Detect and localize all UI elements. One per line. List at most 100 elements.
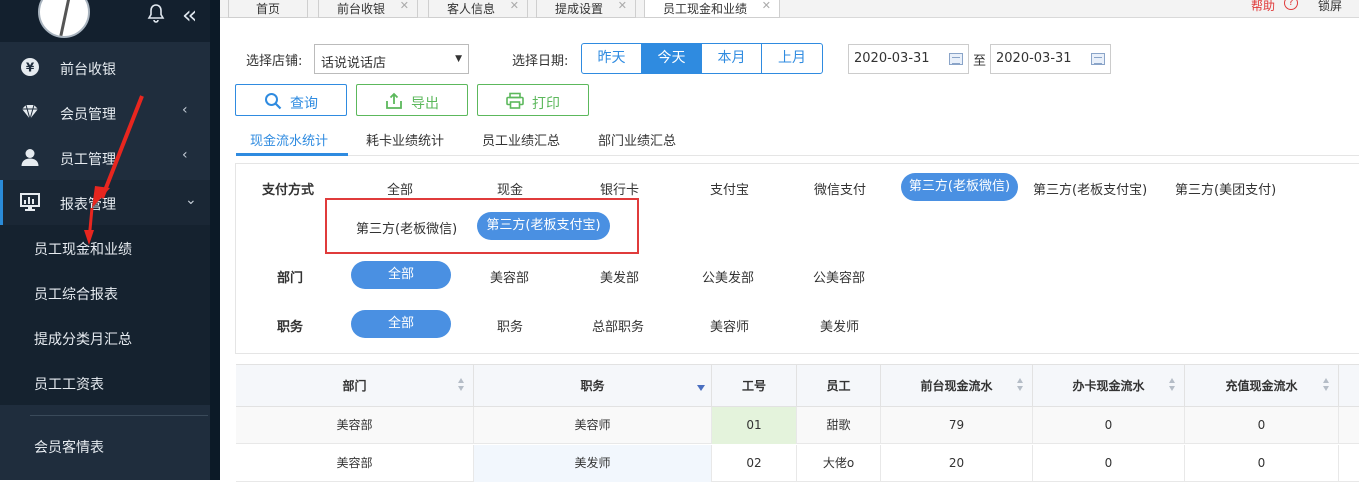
column-header-label: 工号 xyxy=(741,379,766,393)
sidebar-subitem-payroll[interactable]: 员工工资表 xyxy=(0,360,210,405)
payment-option-all[interactable]: 全部 xyxy=(387,179,413,198)
date-option-today[interactable]: 今天 xyxy=(642,44,702,73)
tab-label: 首页 xyxy=(255,2,280,16)
payment-option-owner-wechat-2[interactable]: 第三方(老板微信) xyxy=(356,218,457,237)
sidebar-item-cashier[interactable]: ¥ 前台收银 xyxy=(0,45,210,90)
tab-guest-info[interactable]: 客人信息 ✕ xyxy=(428,0,528,18)
printer-icon xyxy=(506,92,524,110)
query-button[interactable]: 查询 xyxy=(235,84,347,116)
tab-home[interactable]: 首页 xyxy=(228,0,308,18)
table-cell: 01 xyxy=(712,407,797,444)
sort-icon[interactable] xyxy=(1169,378,1176,392)
bell-icon[interactable] xyxy=(147,4,165,29)
department-option-public-hair[interactable]: 公美发部 xyxy=(702,267,754,286)
tab-staff-summary[interactable]: 员工业绩汇总 xyxy=(482,130,560,149)
chevron-down-icon: ⌄ xyxy=(185,192,197,208)
calendar-icon[interactable] xyxy=(949,53,963,65)
export-icon xyxy=(385,92,403,110)
help-link[interactable]: 帮助 xyxy=(1251,0,1275,14)
query-button-label: 查询 xyxy=(290,96,318,112)
table-cell: 美容部 xyxy=(236,407,474,444)
payment-option-owner-alipay[interactable]: 第三方(老板支付宝) xyxy=(1033,179,1147,198)
position-option-hq-position[interactable]: 总部职务 xyxy=(592,316,644,335)
payment-option-cash[interactable]: 现金 xyxy=(497,179,523,198)
date-from-input[interactable]: 2020-03-31 xyxy=(848,44,969,74)
payment-option-owner-wechat[interactable]: 第三方(老板微信) xyxy=(901,173,1018,201)
department-option-public-beauty[interactable]: 公美容部 xyxy=(813,267,865,286)
sidebar-subitem-commission-monthly[interactable]: 提成分类月汇总 xyxy=(0,315,210,360)
sort-desc-icon[interactable] xyxy=(697,385,705,391)
column-header-label: 充值现金流水 xyxy=(1225,379,1298,393)
table-row[interactable]: 美容部 美发师 02 大佬o 20 0 0 xyxy=(236,445,1359,482)
column-header-label: 员工 xyxy=(826,379,851,393)
sort-icon[interactable] xyxy=(1323,378,1330,392)
date-range-segmented: 昨天 今天 本月 上月 xyxy=(581,43,823,74)
sidebar-subitem-staff-report[interactable]: 员工综合报表 xyxy=(0,270,210,315)
close-icon[interactable]: ✕ xyxy=(762,0,771,12)
date-option-yesterday[interactable]: 昨天 xyxy=(582,44,642,73)
sort-icon[interactable] xyxy=(458,378,465,392)
column-header-label: 办卡现金流水 xyxy=(1072,379,1145,393)
column-header-card-cash[interactable]: 办卡现金流水 xyxy=(1033,365,1185,407)
sidebar-item-member-relations[interactable]: 会员客情表 xyxy=(0,423,210,468)
table-row[interactable]: 美容部 美容师 01 甜歌 79 0 0 xyxy=(236,407,1359,444)
tab-cash-flow[interactable]: 现金流水统计 xyxy=(250,130,328,149)
date-option-last-month[interactable]: 上月 xyxy=(762,44,822,73)
table-cell: 美容师 xyxy=(474,407,712,444)
position-option-beautician[interactable]: 美容师 xyxy=(710,316,749,335)
column-header-department[interactable]: 部门 xyxy=(236,365,474,407)
sidebar-subitem-label: 员工综合报表 xyxy=(34,287,118,303)
date-label: 选择日期: xyxy=(512,54,569,69)
payment-option-wechat[interactable]: 微信支付 xyxy=(814,179,866,198)
export-button[interactable]: 导出 xyxy=(356,84,468,116)
table-cell: 0 xyxy=(1033,445,1185,482)
tab-label: 员工现金和业绩 xyxy=(662,2,747,16)
department-option-hair[interactable]: 美发部 xyxy=(600,267,639,286)
store-select-value: 话说说话店 xyxy=(321,56,387,71)
table-cell: 大佬o xyxy=(797,445,881,482)
diamond-icon xyxy=(20,102,40,122)
lock-screen-link[interactable]: 锁屏 xyxy=(1318,0,1342,14)
print-button-label: 打印 xyxy=(532,96,560,112)
collapse-sidebar-icon[interactable]: ‹‹ xyxy=(182,1,197,29)
table-cell: 79 xyxy=(881,407,1033,444)
avatar[interactable] xyxy=(38,0,90,38)
tab-card-consumption[interactable]: 耗卡业绩统计 xyxy=(366,130,444,149)
yen-icon: ¥ xyxy=(20,57,40,77)
column-header-staff[interactable]: 员工 xyxy=(797,365,881,407)
export-button-label: 导出 xyxy=(411,96,439,112)
column-header-recharge-cash[interactable]: 充值现金流水 xyxy=(1185,365,1339,407)
date-to-input[interactable]: 2020-03-31 xyxy=(990,44,1111,74)
column-header-position[interactable]: 职务 xyxy=(474,365,712,407)
column-header-staff-id[interactable]: 工号 xyxy=(712,365,797,407)
svg-text:¥: ¥ xyxy=(26,61,35,75)
position-option-position[interactable]: 职务 xyxy=(497,316,523,335)
tab-cashier[interactable]: 前台收银 ✕ xyxy=(318,0,418,18)
close-icon[interactable]: ✕ xyxy=(510,0,519,12)
position-option-hairstylist[interactable]: 美发师 xyxy=(820,316,859,335)
performance-table: 部门 职务 工号 员工 前台现金流水 办卡现金流水 充值现金流水 美容部 美容师… xyxy=(236,364,1359,482)
tab-commission-settings[interactable]: 提成设置 ✕ xyxy=(536,0,636,18)
tab-department-summary[interactable]: 部门业绩汇总 xyxy=(598,130,676,149)
position-option-all[interactable]: 全部 xyxy=(351,310,451,338)
sidebar-subitem-label: 提成分类月汇总 xyxy=(34,332,132,348)
store-select[interactable]: 话说说话店 ▼ xyxy=(314,44,469,74)
calendar-icon[interactable] xyxy=(1091,53,1105,65)
print-button[interactable]: 打印 xyxy=(477,84,589,116)
payment-option-meituan[interactable]: 第三方(美团支付) xyxy=(1175,179,1276,198)
date-option-this-month[interactable]: 本月 xyxy=(702,44,762,73)
close-icon[interactable]: ✕ xyxy=(400,0,409,12)
payment-option-owner-alipay-2[interactable]: 第三方(老板支付宝) xyxy=(477,212,610,240)
sort-icon[interactable] xyxy=(1017,378,1024,392)
chevron-left-icon: ‹ xyxy=(182,102,188,118)
tab-staff-cash-performance[interactable]: 员工现金和业绩 ✕ xyxy=(644,0,780,18)
department-option-beauty[interactable]: 美容部 xyxy=(490,267,529,286)
department-option-all[interactable]: 全部 xyxy=(351,261,451,289)
column-header-front-cash[interactable]: 前台现金流水 xyxy=(881,365,1033,407)
sidebar-divider xyxy=(30,415,208,416)
annotation-arrow xyxy=(84,95,144,245)
close-icon[interactable]: ✕ xyxy=(618,0,627,12)
payment-option-alipay[interactable]: 支付宝 xyxy=(710,179,749,198)
payment-option-bank-card[interactable]: 银行卡 xyxy=(600,179,639,198)
table-cell: 0 xyxy=(1185,407,1339,444)
